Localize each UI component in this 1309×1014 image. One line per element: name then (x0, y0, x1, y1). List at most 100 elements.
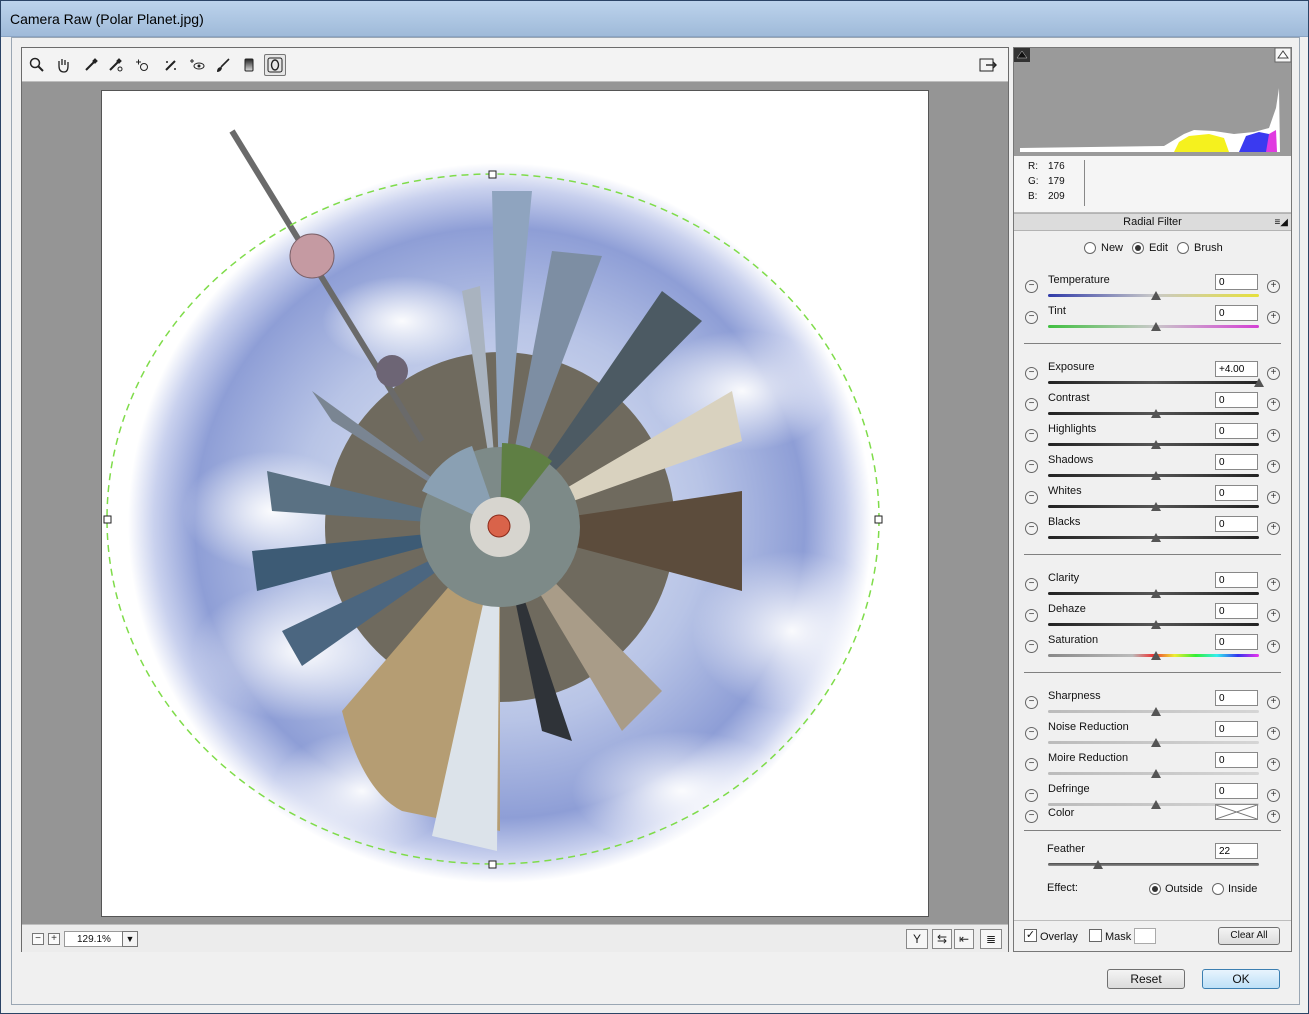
moire-reduction-value[interactable] (1215, 752, 1258, 768)
noise-reduction-minus-icon[interactable]: − (1025, 727, 1038, 740)
noise-reduction-thumb[interactable] (1151, 738, 1161, 747)
tint-plus-icon[interactable]: + (1267, 311, 1280, 324)
clarity-value[interactable] (1215, 572, 1258, 588)
zoom-out-button[interactable]: − (32, 933, 44, 945)
highlights-minus-icon[interactable]: − (1025, 429, 1038, 442)
dehaze-thumb[interactable] (1151, 620, 1161, 629)
temperature-minus-icon[interactable]: − (1025, 280, 1038, 293)
dehaze-value[interactable] (1215, 603, 1258, 619)
defringe-plus-icon[interactable]: + (1267, 789, 1280, 802)
whites-thumb[interactable] (1151, 502, 1161, 511)
clarity-minus-icon[interactable]: − (1025, 578, 1038, 591)
defringe-value[interactable] (1215, 783, 1258, 799)
blacks-thumb[interactable] (1151, 533, 1161, 542)
filter-handle-left[interactable] (103, 515, 112, 524)
defringe-minus-icon[interactable]: − (1025, 789, 1038, 802)
effect-inside-radio[interactable] (1212, 883, 1224, 895)
zoom-dropdown-icon[interactable]: ▼ (122, 931, 138, 947)
zoom-in-button[interactable]: + (48, 933, 60, 945)
before-after-view-icon[interactable]: Y (906, 929, 928, 949)
clarity-thumb[interactable] (1151, 589, 1161, 598)
filter-handle-top[interactable] (488, 170, 497, 179)
color-swatch[interactable] (1215, 804, 1258, 820)
reset-button[interactable]: Reset (1107, 969, 1185, 989)
exposure-thumb[interactable] (1254, 378, 1264, 387)
color-plus-icon[interactable]: + (1267, 810, 1280, 823)
hand-tool-icon[interactable] (52, 54, 74, 76)
exposure-track[interactable] (1048, 381, 1259, 384)
saturation-minus-icon[interactable]: − (1025, 640, 1038, 653)
saturation-value[interactable] (1215, 634, 1258, 650)
moire-reduction-plus-icon[interactable]: + (1267, 758, 1280, 771)
targeted-adjustment-tool-icon[interactable] (132, 54, 154, 76)
sharpness-value[interactable] (1215, 690, 1258, 706)
highlights-thumb[interactable] (1151, 440, 1161, 449)
shadows-plus-icon[interactable]: + (1267, 460, 1280, 473)
tint-minus-icon[interactable]: − (1025, 311, 1038, 324)
shadows-minus-icon[interactable]: − (1025, 460, 1038, 473)
contrast-plus-icon[interactable]: + (1267, 398, 1280, 411)
tint-value[interactable] (1215, 305, 1258, 321)
whites-plus-icon[interactable]: + (1267, 491, 1280, 504)
adjustment-brush-icon[interactable] (212, 54, 234, 76)
zoom-tool-icon[interactable] (26, 54, 48, 76)
tint-thumb[interactable] (1151, 322, 1161, 331)
mode-edit-radio[interactable] (1132, 242, 1144, 254)
effect-outside-radio[interactable] (1149, 883, 1161, 895)
filter-handle-bottom[interactable] (488, 860, 497, 869)
zoom-level[interactable]: 129.1% (64, 931, 124, 947)
highlights-value[interactable] (1215, 423, 1258, 439)
noise-reduction-value[interactable] (1215, 721, 1258, 737)
blacks-minus-icon[interactable]: − (1025, 522, 1038, 535)
moire-reduction-thumb[interactable] (1151, 769, 1161, 778)
sharpness-thumb[interactable] (1151, 707, 1161, 716)
filter-handle-right[interactable] (874, 515, 883, 524)
mode-brush-radio[interactable] (1177, 242, 1189, 254)
white-balance-tool-icon[interactable] (80, 54, 102, 76)
blacks-plus-icon[interactable]: + (1267, 522, 1280, 535)
graduated-filter-icon[interactable] (238, 54, 260, 76)
saturation-plus-icon[interactable]: + (1267, 640, 1280, 653)
shadows-value[interactable] (1215, 454, 1258, 470)
clarity-plus-icon[interactable]: + (1267, 578, 1280, 591)
radial-filter-icon[interactable] (264, 54, 286, 76)
filter-center-pin[interactable] (487, 514, 511, 538)
mask-checkbox[interactable] (1089, 929, 1102, 942)
swap-settings-icon[interactable]: ⇆ (932, 929, 952, 949)
exposure-minus-icon[interactable]: − (1025, 367, 1038, 380)
contrast-value[interactable] (1215, 392, 1258, 408)
moire-reduction-minus-icon[interactable]: − (1025, 758, 1038, 771)
overlay-checkbox[interactable]: ✓ (1024, 929, 1037, 942)
exposure-plus-icon[interactable]: + (1267, 367, 1280, 380)
red-eye-removal-tool-icon[interactable] (186, 54, 208, 76)
feather-thumb[interactable] (1093, 860, 1103, 869)
temperature-plus-icon[interactable]: + (1267, 280, 1280, 293)
dehaze-plus-icon[interactable]: + (1267, 609, 1280, 622)
saturation-thumb[interactable] (1151, 651, 1161, 660)
sharpness-minus-icon[interactable]: − (1025, 696, 1038, 709)
temperature-thumb[interactable] (1151, 291, 1161, 300)
title-bar[interactable]: Camera Raw (Polar Planet.jpg) (1, 1, 1308, 37)
ok-button[interactable]: OK (1202, 969, 1280, 989)
dehaze-minus-icon[interactable]: − (1025, 609, 1038, 622)
highlights-plus-icon[interactable]: + (1267, 429, 1280, 442)
color-minus-icon[interactable]: − (1025, 810, 1038, 823)
image-preview[interactable] (101, 90, 929, 917)
shadows-thumb[interactable] (1151, 471, 1161, 480)
whites-value[interactable] (1215, 485, 1258, 501)
temperature-value[interactable] (1215, 274, 1258, 290)
noise-reduction-plus-icon[interactable]: + (1267, 727, 1280, 740)
feather-track[interactable] (1048, 863, 1259, 866)
mask-color-swatch[interactable] (1134, 928, 1156, 944)
toggle-fullscreen-icon[interactable] (977, 54, 999, 76)
blacks-value[interactable] (1215, 516, 1258, 532)
mode-new-radio[interactable] (1084, 242, 1096, 254)
sharpness-plus-icon[interactable]: + (1267, 696, 1280, 709)
clear-all-button[interactable]: Clear All (1218, 927, 1280, 945)
color-sampler-tool-icon[interactable] (104, 54, 126, 76)
preview-preferences-icon[interactable]: ≣ (980, 929, 1002, 949)
contrast-thumb[interactable] (1151, 409, 1161, 418)
spot-removal-tool-icon[interactable] (160, 54, 182, 76)
copy-settings-icon[interactable]: ⇤ (954, 929, 974, 949)
exposure-value[interactable] (1215, 361, 1258, 377)
